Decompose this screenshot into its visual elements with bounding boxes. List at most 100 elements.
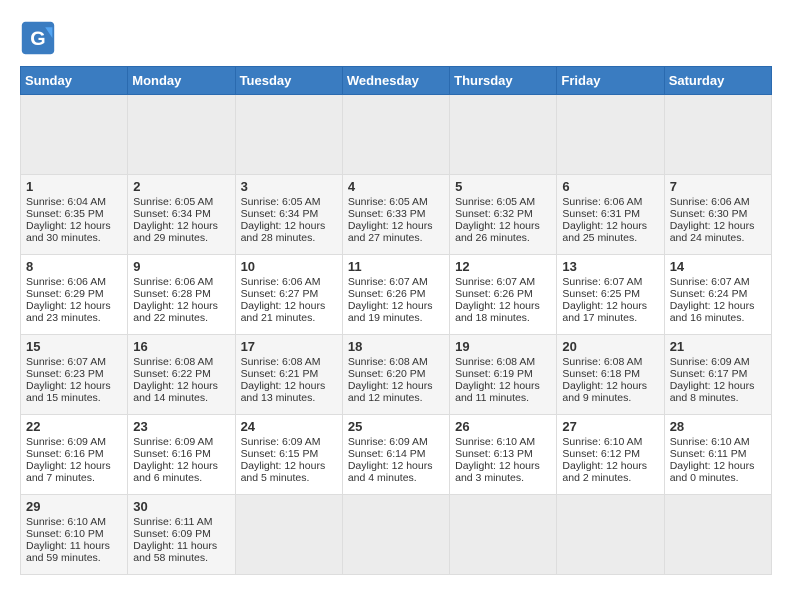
calendar-cell [235,95,342,175]
cell-info: Sunrise: 6:06 AMSunset: 6:31 PMDaylight:… [562,196,647,244]
day-number: 26 [455,419,551,434]
cell-info: Sunrise: 6:05 AMSunset: 6:33 PMDaylight:… [348,196,433,244]
cell-info: Sunrise: 6:10 AMSunset: 6:11 PMDaylight:… [670,436,755,484]
cell-info: Sunrise: 6:08 AMSunset: 6:20 PMDaylight:… [348,356,433,404]
cell-info: Sunrise: 6:07 AMSunset: 6:24 PMDaylight:… [670,276,755,324]
cell-info: Sunrise: 6:05 AMSunset: 6:34 PMDaylight:… [133,196,218,244]
calendar-cell [342,95,449,175]
calendar-cell: 23 Sunrise: 6:09 AMSunset: 6:16 PMDayligh… [128,415,235,495]
calendar-cell [664,95,771,175]
day-number: 23 [133,419,229,434]
column-header-monday: Monday [128,67,235,95]
day-number: 20 [562,339,658,354]
calendar-cell: 20Sunrise: 6:08 AMSunset: 6:18 PMDayligh… [557,335,664,415]
calendar-cell: 21Sunrise: 6:09 AMSunset: 6:17 PMDayligh… [664,335,771,415]
day-number: 7 [670,179,766,194]
day-number: 30 [133,499,229,514]
cell-info: Sunrise: 6:09 AMSunset: 6:16 PMDaylight:… [26,436,111,484]
day-number: 4 [348,179,444,194]
day-number: 22 [26,419,122,434]
calendar-cell: 12 Sunrise: 6:07 AMSunset: 6:26 PMDayligh… [450,255,557,335]
day-number: 24 [241,419,337,434]
calendar-cell [450,495,557,575]
day-number: 6 [562,179,658,194]
logo: G [20,20,62,56]
calendar-cell: 4 Sunrise: 6:05 AMSunset: 6:33 PMDaylight… [342,175,449,255]
calendar-cell: 3 Sunrise: 6:05 AMSunset: 6:34 PMDaylight… [235,175,342,255]
day-number: 15 [26,339,122,354]
calendar-cell [557,95,664,175]
day-number: 3 [241,179,337,194]
day-number: 18 [348,339,444,354]
day-number: 12 [455,259,551,274]
day-number: 1 [26,179,122,194]
calendar-cell: 29 Sunrise: 6:10 AMSunset: 6:10 PMDayligh… [21,495,128,575]
day-number: 17 [241,339,337,354]
calendar-cell: 9Sunrise: 6:06 AMSunset: 6:28 PMDaylight… [128,255,235,335]
calendar-cell: 17 Sunrise: 6:08 AMSunset: 6:21 PMDayligh… [235,335,342,415]
calendar-row: 8 Sunrise: 6:06 AMSunset: 6:29 PMDaylight… [21,255,772,335]
calendar-cell: 6 Sunrise: 6:06 AMSunset: 6:31 PMDaylight… [557,175,664,255]
generalblue-logo-icon: G [20,20,56,56]
cell-info: Sunrise: 6:05 AMSunset: 6:32 PMDaylight:… [455,196,540,244]
cell-info: Sunrise: 6:06 AMSunset: 6:27 PMDaylight:… [241,276,326,324]
calendar-header-row: SundayMondayTuesdayWednesdayThursdayFrid… [21,67,772,95]
calendar-cell: 16Sunrise: 6:08 AMSunset: 6:22 PMDayligh… [128,335,235,415]
calendar-cell: 28Sunrise: 6:10 AMSunset: 6:11 PMDayligh… [664,415,771,495]
cell-info: Sunrise: 6:06 AMSunset: 6:29 PMDaylight:… [26,276,111,324]
cell-info: Sunrise: 6:09 AMSunset: 6:16 PMDaylight:… [133,436,218,484]
calendar-cell: 10Sunrise: 6:06 AMSunset: 6:27 PMDayligh… [235,255,342,335]
cell-info: Sunrise: 6:05 AMSunset: 6:34 PMDaylight:… [241,196,326,244]
calendar-cell: 1Sunrise: 6:04 AMSunset: 6:35 PMDaylight… [21,175,128,255]
calendar-cell [128,95,235,175]
calendar-cell: 2Sunrise: 6:05 AMSunset: 6:34 PMDaylight… [128,175,235,255]
day-number: 27 [562,419,658,434]
cell-info: Sunrise: 6:06 AMSunset: 6:30 PMDaylight:… [670,196,755,244]
day-number: 25 [348,419,444,434]
cell-info: Sunrise: 6:09 AMSunset: 6:15 PMDaylight:… [241,436,326,484]
cell-info: Sunrise: 6:07 AMSunset: 6:26 PMDaylight:… [348,276,433,324]
day-number: 19 [455,339,551,354]
calendar-cell [21,95,128,175]
calendar-cell: 18 Sunrise: 6:08 AMSunset: 6:20 PMDayligh… [342,335,449,415]
day-number: 21 [670,339,766,354]
svg-text:G: G [30,28,45,50]
calendar-cell: 26 Sunrise: 6:10 AMSunset: 6:13 PMDayligh… [450,415,557,495]
column-header-saturday: Saturday [664,67,771,95]
calendar-cell: 19 Sunrise: 6:08 AMSunset: 6:19 PMDayligh… [450,335,557,415]
cell-info: Sunrise: 6:10 AMSunset: 6:12 PMDaylight:… [562,436,647,484]
cell-info: Sunrise: 6:07 AMSunset: 6:23 PMDaylight:… [26,356,111,404]
column-header-tuesday: Tuesday [235,67,342,95]
day-number: 8 [26,259,122,274]
cell-info: Sunrise: 6:07 AMSunset: 6:25 PMDaylight:… [562,276,647,324]
cell-info: Sunrise: 6:08 AMSunset: 6:21 PMDaylight:… [241,356,326,404]
calendar-table: SundayMondayTuesdayWednesdayThursdayFrid… [20,66,772,575]
column-header-sunday: Sunday [21,67,128,95]
cell-info: Sunrise: 6:10 AMSunset: 6:10 PMDaylight:… [26,516,110,564]
calendar-cell: 14 Sunrise: 6:07 AMSunset: 6:24 PMDayligh… [664,255,771,335]
calendar-row: 29 Sunrise: 6:10 AMSunset: 6:10 PMDayligh… [21,495,772,575]
calendar-cell: 24 Sunrise: 6:09 AMSunset: 6:15 PMDayligh… [235,415,342,495]
column-header-friday: Friday [557,67,664,95]
calendar-cell: 30Sunrise: 6:11 AMSunset: 6:09 PMDayligh… [128,495,235,575]
page-header: G [20,20,772,56]
calendar-cell [664,495,771,575]
calendar-cell: 25Sunrise: 6:09 AMSunset: 6:14 PMDayligh… [342,415,449,495]
cell-info: Sunrise: 6:08 AMSunset: 6:19 PMDaylight:… [455,356,540,404]
calendar-row [21,95,772,175]
day-number: 13 [562,259,658,274]
cell-info: Sunrise: 6:08 AMSunset: 6:22 PMDaylight:… [133,356,218,404]
calendar-cell [342,495,449,575]
day-number: 29 [26,499,122,514]
cell-info: Sunrise: 6:06 AMSunset: 6:28 PMDaylight:… [133,276,218,324]
cell-info: Sunrise: 6:07 AMSunset: 6:26 PMDaylight:… [455,276,540,324]
column-header-wednesday: Wednesday [342,67,449,95]
day-number: 11 [348,259,444,274]
calendar-cell: 13 Sunrise: 6:07 AMSunset: 6:25 PMDayligh… [557,255,664,335]
cell-info: Sunrise: 6:10 AMSunset: 6:13 PMDaylight:… [455,436,540,484]
calendar-cell [235,495,342,575]
calendar-row: 15 Sunrise: 6:07 AMSunset: 6:23 PMDayligh… [21,335,772,415]
calendar-cell: 11 Sunrise: 6:07 AMSunset: 6:26 PMDayligh… [342,255,449,335]
day-number: 14 [670,259,766,274]
calendar-cell [450,95,557,175]
